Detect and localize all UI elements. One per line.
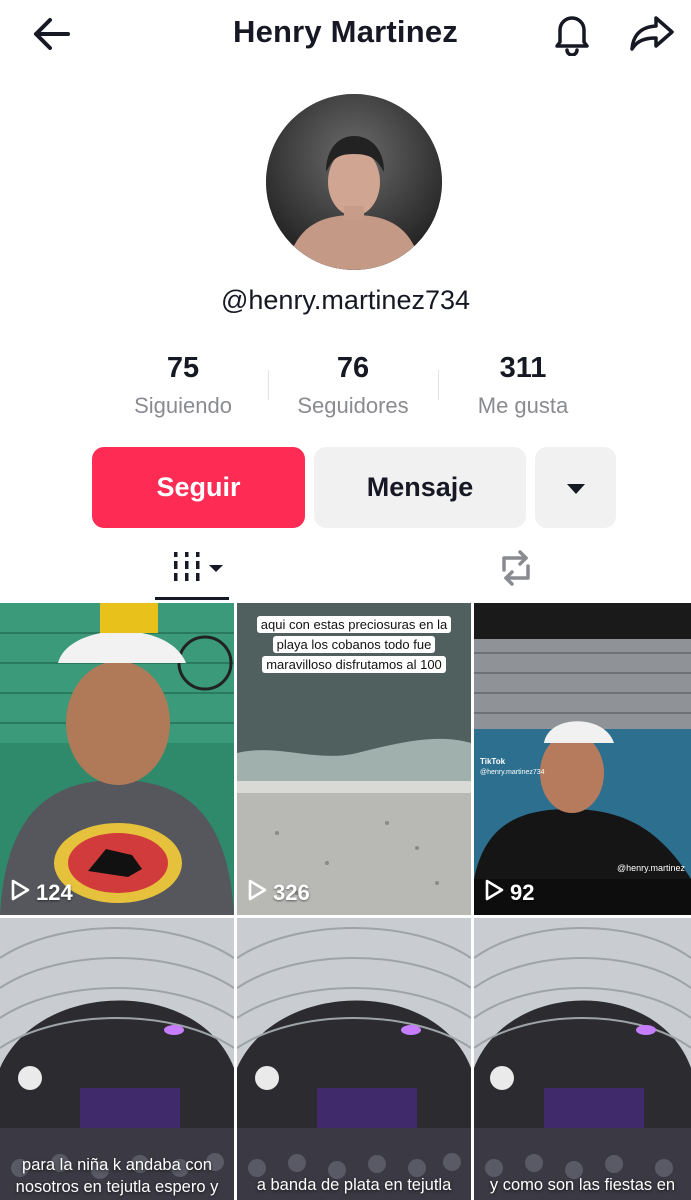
top-bar: Henry Martinez	[0, 0, 691, 66]
video-caption: para la niña k andaba con nosotros en te…	[15, 1156, 219, 1196]
video-thumbnail[interactable]: para la niña k andaba con nosotros en te…	[0, 918, 234, 1200]
message-button[interactable]: Mensaje	[314, 447, 526, 528]
view-count: 124	[10, 879, 73, 907]
video-thumbnail-image	[0, 603, 234, 915]
stat-value: 76	[336, 352, 370, 384]
view-count: 326	[247, 879, 310, 907]
video-thumbnail[interactable]: a banda de plata en tejutla	[237, 918, 471, 1200]
profile-stats: 75 Siguiendo 76 Seguidores 311 Me gusta	[98, 352, 608, 432]
tiktok-watermark: TikTok	[480, 757, 506, 766]
watermark-handle: @henry.martinez734	[480, 769, 545, 776]
video-caption: aqui con estas preciosuras en la playa l…	[247, 615, 461, 675]
play-icon	[10, 879, 30, 907]
video-thumbnail-image	[474, 918, 691, 1200]
stat-label: Me gusta	[477, 393, 569, 418]
video-caption-text: aqui con estas preciosuras en la playa l…	[256, 616, 452, 673]
stat-label: Seguidores	[297, 393, 409, 418]
stat-value: 75	[166, 352, 200, 384]
avatar[interactable]	[266, 94, 442, 270]
view-count-value: 92	[510, 880, 535, 905]
video-grid: 124 aqui con estas preciosuras en la pla…	[0, 603, 691, 1200]
videos-grid-icon	[171, 548, 227, 589]
tab-videos[interactable]	[155, 540, 229, 602]
watermark-bottom: @henry.martinez	[617, 863, 685, 873]
video-thumbnail[interactable]: aqui con estas preciosuras en la playa l…	[237, 603, 471, 915]
dropdown-caret-icon	[565, 472, 587, 503]
repost-icon	[494, 550, 538, 594]
share-icon[interactable]	[626, 10, 678, 56]
view-count: 92	[484, 879, 534, 907]
bell-icon[interactable]	[548, 10, 596, 57]
stat-likes[interactable]: 311 Me gusta	[438, 352, 608, 419]
profile-handle: @henry.martinez734	[220, 285, 471, 315]
content-tabs	[0, 540, 691, 602]
more-options-button[interactable]	[535, 447, 616, 528]
stat-label: Siguiendo	[134, 393, 232, 418]
video-thumbnail-image	[237, 918, 471, 1200]
stat-following[interactable]: 75 Siguiendo	[98, 352, 268, 419]
tab-reposts[interactable]	[494, 546, 538, 590]
active-tab-indicator	[155, 597, 229, 600]
video-thumbnail[interactable]: 124	[0, 603, 234, 915]
play-icon	[247, 879, 267, 907]
follow-button[interactable]: Seguir	[92, 447, 305, 528]
video-caption: a banda de plata en tejutla	[256, 1176, 452, 1194]
view-count-value: 124	[36, 880, 73, 905]
video-caption: y como son las fiestas en	[489, 1176, 676, 1194]
stat-value: 311	[499, 352, 547, 384]
play-icon	[484, 879, 504, 907]
view-count-value: 326	[273, 880, 310, 905]
stat-followers[interactable]: 76 Seguidores	[268, 352, 438, 419]
video-thumbnail[interactable]: TikTok @henry.martinez734 @henry.martine…	[474, 603, 691, 915]
video-thumbnail[interactable]: y como son las fiestas en	[474, 918, 691, 1200]
